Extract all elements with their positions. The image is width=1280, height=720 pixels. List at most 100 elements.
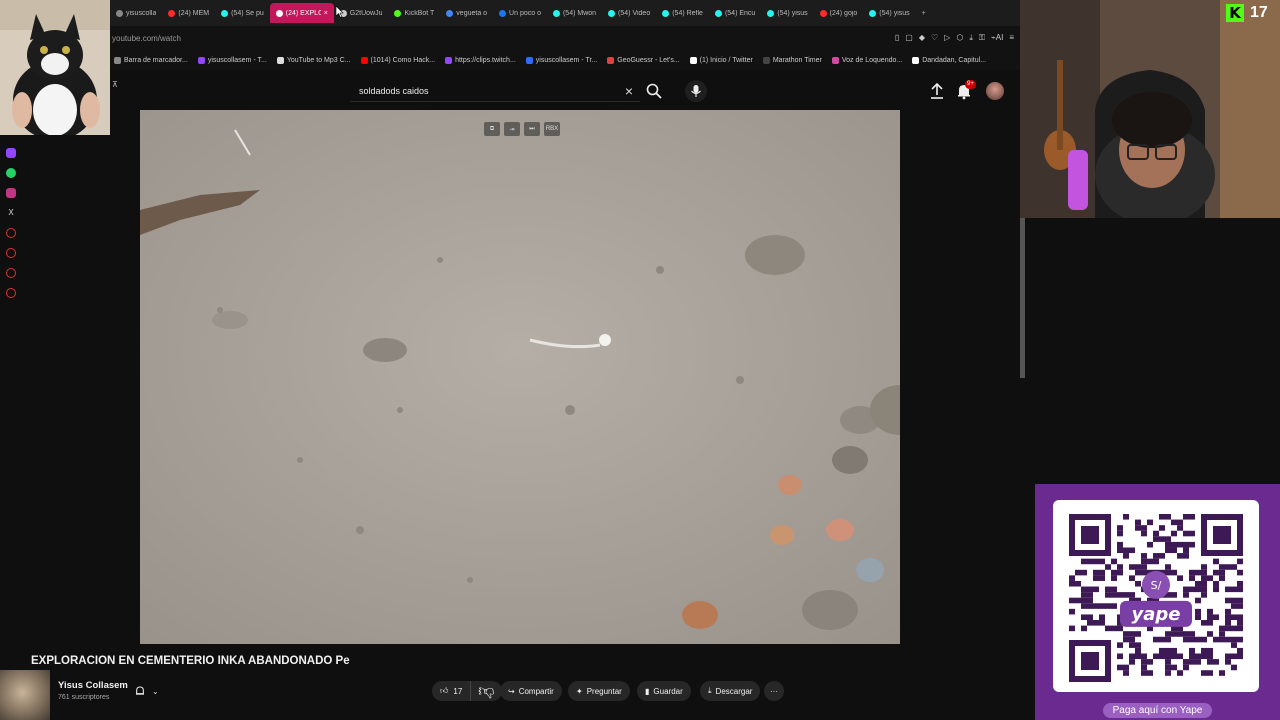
bookmark-item[interactable]: YouTube to Mp3 C... (276, 56, 351, 64)
qr-module (1237, 586, 1243, 593)
bookmark-item[interactable]: GeoGuessr - Let's... (607, 56, 680, 64)
history-icon[interactable] (6, 248, 16, 258)
qr-module (1081, 597, 1087, 604)
qr-module (1141, 670, 1147, 676)
player-overlay-controls: ⧉ ⇥ ⏭ RBX (484, 122, 560, 136)
menu-icon[interactable]: ≡ (1009, 33, 1014, 43)
bookmark-favicon-icon (831, 56, 839, 64)
bookmarks-bar: Barra de marcador... yisuscollasem - T...… (110, 50, 1020, 70)
browser-tab[interactable]: (54) Refle (656, 3, 709, 23)
close-tab-icon[interactable]: × (324, 10, 328, 17)
qr-module (1171, 541, 1177, 548)
qr-module (1195, 586, 1201, 593)
bookmark-item[interactable]: Voz de Loquendo... (831, 56, 902, 64)
qr-module (1201, 580, 1207, 587)
qr-module (1213, 636, 1219, 643)
browser-tab[interactable]: (54) yisus (761, 3, 813, 23)
like-button[interactable]: 👍︎ 17 (432, 681, 472, 701)
qr-module (1201, 564, 1207, 570)
browser-tab[interactable]: (24) gojo (814, 3, 864, 23)
browser-tab[interactable]: (54) yisus (863, 3, 915, 23)
channel-avatar[interactable] (0, 670, 50, 720)
tab-favicon-icon (394, 9, 402, 17)
play-icon[interactable]: ▷ (944, 33, 950, 43)
bookmark-item[interactable]: Barra de marcador... (114, 56, 188, 64)
share-button[interactable]: ↪ Compartir (500, 681, 562, 701)
tab-favicon-icon (552, 9, 560, 17)
tab-label: (24) EXPLORAC (285, 9, 321, 17)
channel-name[interactable]: Yisus Collasem (58, 680, 128, 691)
qr-module (1147, 670, 1153, 676)
sidebar-app-icon[interactable] (6, 228, 16, 238)
bookmark-item[interactable]: (1) Inicio / Twitter (689, 56, 753, 64)
ask-button[interactable]: ✦ Preguntar (568, 681, 630, 701)
miniplayer-icon[interactable]: ⧉ (484, 122, 500, 136)
bookmark-icon[interactable]: ▯ (895, 33, 899, 43)
qr-module (1189, 575, 1195, 581)
bookmark-label: (1014) Como Hack... (370, 56, 436, 64)
ai-icon[interactable]: ⌁AI (991, 33, 1003, 43)
menu-icon[interactable]: ⊼ (112, 80, 118, 89)
url-field[interactable]: youtube.com/watch (112, 34, 181, 43)
browser-tab[interactable]: (54) Mwon (547, 3, 602, 23)
new-tab-button[interactable]: + (916, 3, 932, 23)
browser-tab[interactable]: KickBot T (388, 3, 440, 23)
qr-module (1183, 514, 1189, 520)
browser-tab[interactable]: (54) Se pu (215, 3, 270, 23)
qr-module (1195, 597, 1201, 604)
bookmark-label: https://clips.twitch... (455, 56, 516, 64)
extensions-icon[interactable]: ⬡ (956, 33, 963, 43)
twitch-icon[interactable] (6, 148, 16, 158)
bookmark-item[interactable]: https://clips.twitch... (445, 56, 516, 64)
qr-module (1141, 525, 1147, 531)
bookmark-favicon-icon (689, 56, 697, 64)
heart-icon[interactable]: ♡ (931, 33, 938, 43)
browser-tab[interactable]: Un poco o (493, 3, 547, 23)
video-player[interactable] (140, 110, 900, 644)
skip-icon[interactable]: ⏭ (524, 122, 540, 136)
whatsapp-icon[interactable] (6, 168, 16, 178)
qr-module (1135, 569, 1141, 576)
qr-module (1129, 592, 1135, 598)
qr-module (1069, 575, 1075, 581)
upload-icon[interactable] (928, 82, 946, 100)
browser-tab[interactable]: (24) MEM (162, 3, 215, 23)
subscribed-notifications-button[interactable]: ⌄ (134, 683, 170, 699)
search-bar[interactable]: soldadods caidos × (350, 80, 640, 102)
browser-tab[interactable]: vegueta o (440, 3, 493, 23)
dislike-button[interactable]: 👎︎ (471, 681, 501, 701)
lock-icon[interactable]: ⚿ (979, 33, 985, 43)
shield-icon[interactable]: ◆ (919, 33, 925, 43)
download-button[interactable]: ⤓ Descargar (700, 681, 761, 701)
search-icon[interactable] (645, 82, 663, 100)
bookmark-item[interactable]: Marathon Timer (762, 56, 822, 64)
voice-search-button[interactable] (685, 80, 707, 102)
sidebar-app-icon[interactable] (6, 268, 16, 278)
browser-tab[interactable]: (54) Encu (709, 3, 761, 23)
more-actions-button[interactable]: ··· (764, 681, 784, 701)
save-button[interactable]: ▮ Guardar (637, 681, 691, 701)
bookmark-item[interactable]: yisuscollasem - T... (197, 56, 267, 64)
page-scrollbar[interactable] (1020, 218, 1025, 378)
browser-tab[interactable]: (54) Video (602, 3, 656, 23)
qr-module (1111, 592, 1117, 598)
screenshot-icon[interactable]: ▢ (905, 33, 913, 43)
account-avatar[interactable] (986, 82, 1004, 100)
qr-module (1225, 659, 1231, 665)
instagram-icon[interactable] (6, 188, 16, 198)
qr-module (1093, 586, 1099, 593)
rbx-button[interactable]: RBX (544, 122, 560, 136)
bookmark-item[interactable]: Dandadan, Capitul... (912, 56, 986, 64)
browser-tab[interactable]: yisuscolla (110, 3, 162, 23)
search-input[interactable]: soldadods caidos (350, 86, 618, 96)
qr-module (1159, 525, 1165, 531)
download-icon[interactable]: ⤓ (969, 33, 973, 43)
x-twitter-icon[interactable]: X (6, 208, 16, 218)
qr-module (1189, 636, 1195, 643)
settings-icon[interactable] (6, 288, 16, 298)
bookmark-item[interactable]: yisuscollasem - Tr... (525, 56, 597, 64)
theater-mode-icon[interactable]: ⇥ (504, 122, 520, 136)
clear-search-icon[interactable]: × (618, 83, 640, 99)
browser-tab-active[interactable]: (24) EXPLORAC× (269, 3, 334, 23)
bookmark-item[interactable]: (1014) Como Hack... (360, 56, 436, 64)
